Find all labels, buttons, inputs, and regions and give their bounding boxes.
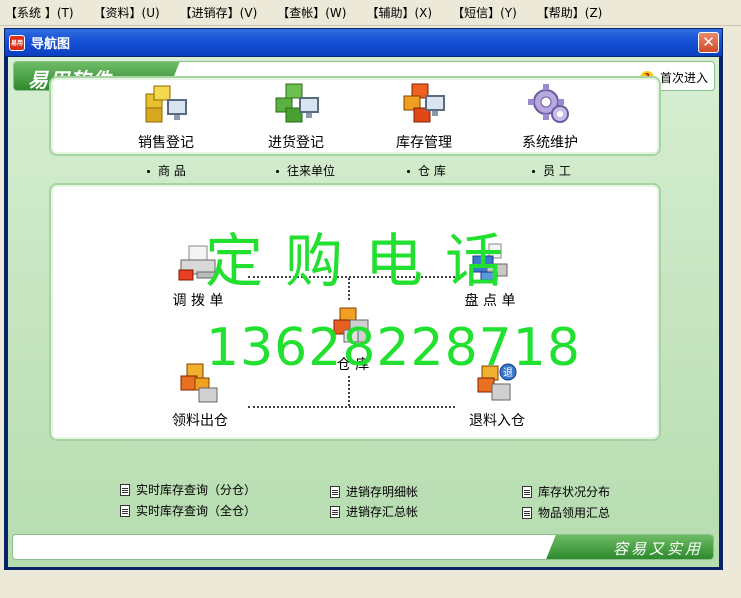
order-phone-heading: 定购电话 xyxy=(205,227,526,295)
gear-icon xyxy=(526,82,574,126)
window-title: 导航图 xyxy=(31,37,71,52)
sub-link-goods[interactable]: 商 品 xyxy=(147,162,186,179)
inventory-management-button[interactable]: 库存管理 xyxy=(369,82,479,152)
system-maintenance-label: 系统维护 xyxy=(522,135,578,151)
inventory-management-label: 库存管理 xyxy=(396,135,452,151)
menu-tools[interactable]: 【辅助】(X) xyxy=(363,4,435,21)
sales-register-button[interactable]: 销售登记 xyxy=(111,82,221,152)
sub-link-staff[interactable]: 员 工 xyxy=(532,162,571,179)
report-realtime-stock-by-warehouse[interactable]: 实时库存查询（分仓） xyxy=(120,481,256,498)
top-function-panel: 销售登记 进货登记 库存管理 系统维护 xyxy=(49,76,661,156)
footer-slogan: 容易又实用 xyxy=(612,540,703,558)
title-bar[interactable]: 易用 导航图 ✕ xyxy=(5,29,722,56)
footer-tab: 容易又实用 xyxy=(563,535,713,559)
sub-link-warehouse[interactable]: 仓 库 xyxy=(407,162,446,179)
document-icon xyxy=(120,504,130,517)
app-icon: 易用 xyxy=(9,34,25,51)
report-material-usage-summary[interactable]: 物品领用汇总 xyxy=(522,504,610,521)
sales-blocks-icon xyxy=(142,82,190,126)
report-detail-ledger[interactable]: 进销存明细帐 xyxy=(330,483,418,500)
menu-data[interactable]: 【资料】(U) xyxy=(91,4,163,21)
purchase-blocks-icon xyxy=(272,82,320,126)
purchase-register-label: 进货登记 xyxy=(268,135,324,151)
order-phone-number: 13628228718 xyxy=(206,318,581,378)
report-stock-distribution[interactable]: 库存状况分布 xyxy=(522,483,610,500)
menu-inventory[interactable]: 【进销存】(V) xyxy=(177,4,261,21)
connector-bottom xyxy=(248,406,455,408)
inventory-blocks-icon xyxy=(400,82,448,126)
menu-bar: 【系统 】(T) 【资料】(U) 【进销存】(V) 【查帐】(W) 【辅助】(X… xyxy=(0,0,741,26)
footer-band: 容易又实用 xyxy=(12,534,714,560)
document-icon xyxy=(330,505,340,518)
document-icon xyxy=(330,485,340,498)
connector-bottom-vertical xyxy=(348,376,350,406)
material-return-label: 退料入仓 xyxy=(469,413,525,429)
sub-link-contacts[interactable]: 往来单位 xyxy=(276,162,335,179)
sales-register-label: 销售登记 xyxy=(138,135,194,151)
first-entry-label: 首次进入 xyxy=(659,71,708,85)
purchase-register-button[interactable]: 进货登记 xyxy=(241,82,351,152)
menu-help[interactable]: 【帮助】(Z) xyxy=(534,4,606,21)
report-summary-ledger[interactable]: 进销存汇总帐 xyxy=(330,503,418,520)
material-issue-label: 领料出仓 xyxy=(172,413,228,429)
document-icon xyxy=(522,485,532,498)
menu-accounts[interactable]: 【查帐】(W) xyxy=(274,4,349,21)
close-button[interactable]: ✕ xyxy=(698,32,719,53)
document-icon xyxy=(522,506,532,519)
menu-sms[interactable]: 【短信】(Y) xyxy=(449,4,520,21)
document-icon xyxy=(120,483,130,496)
report-realtime-stock-all[interactable]: 实时库存查询（全仓） xyxy=(120,502,256,519)
menu-system[interactable]: 【系统 】(T) xyxy=(2,4,77,21)
system-maintenance-button[interactable]: 系统维护 xyxy=(495,82,605,152)
